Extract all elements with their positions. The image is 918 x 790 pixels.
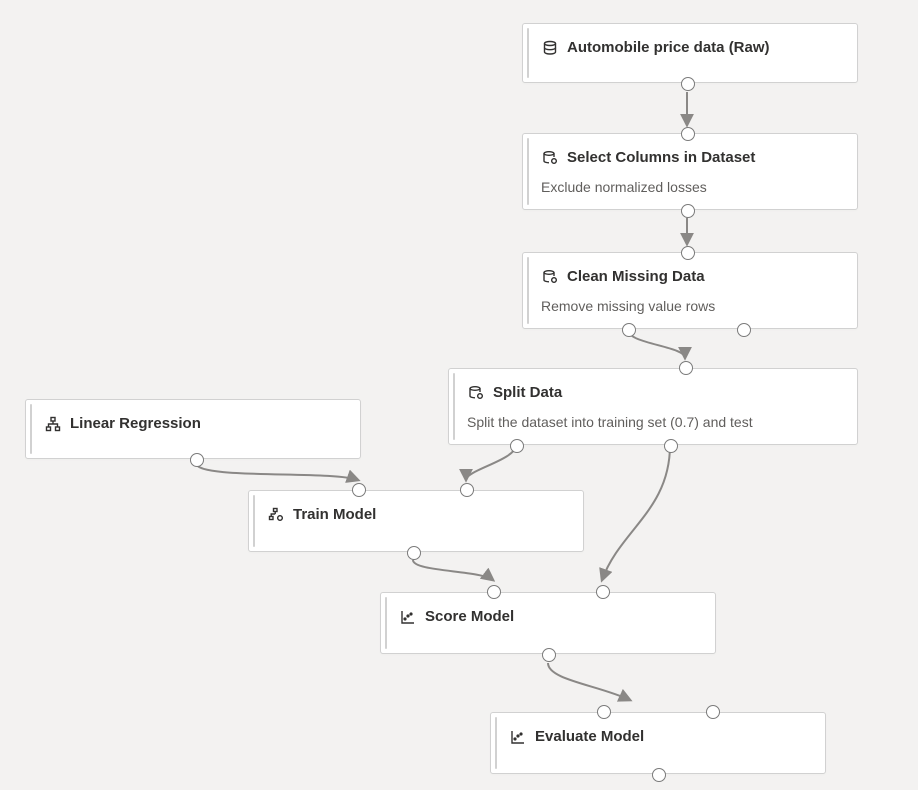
node-split-data[interactable]: Split Data Split the dataset into traini… — [448, 368, 858, 445]
node-train-model[interactable]: Train Model — [248, 490, 584, 552]
node-title: Clean Missing Data — [567, 267, 705, 287]
node-subtitle: Exclude normalized losses — [541, 178, 843, 196]
port-in-right[interactable] — [596, 585, 610, 599]
scatter-icon — [399, 608, 417, 626]
port-out-left[interactable] — [510, 439, 524, 453]
port-out-right[interactable] — [664, 439, 678, 453]
node-score-model[interactable]: Score Model — [380, 592, 716, 654]
port-out[interactable] — [542, 648, 556, 662]
database-icon — [541, 39, 559, 57]
port-in-left[interactable] — [487, 585, 501, 599]
database-gear-icon — [467, 384, 485, 402]
node-title: Train Model — [293, 505, 376, 525]
port-in-left[interactable] — [352, 483, 366, 497]
port-in[interactable] — [681, 246, 695, 260]
database-gear-icon — [541, 268, 559, 286]
node-linear-regression[interactable]: Linear Regression — [25, 399, 361, 459]
node-select-columns[interactable]: Select Columns in Dataset Exclude normal… — [522, 133, 858, 210]
port-in-left[interactable] — [597, 705, 611, 719]
port-in[interactable] — [679, 361, 693, 375]
port-out-secondary[interactable] — [737, 323, 751, 337]
node-title: Select Columns in Dataset — [567, 148, 755, 168]
port-out[interactable] — [681, 77, 695, 91]
port-out[interactable] — [407, 546, 421, 560]
tree-gear-icon — [267, 506, 285, 524]
port-out[interactable] — [622, 323, 636, 337]
scatter-icon — [509, 728, 527, 746]
node-subtitle: Split the dataset into training set (0.7… — [467, 413, 843, 431]
port-out[interactable] — [190, 453, 204, 467]
node-title: Split Data — [493, 383, 562, 403]
node-evaluate-model[interactable]: Evaluate Model — [490, 712, 826, 774]
tree-icon — [44, 415, 62, 433]
node-automobile-price-data[interactable]: Automobile price data (Raw) — [522, 23, 858, 83]
node-title: Score Model — [425, 607, 514, 627]
port-in[interactable] — [681, 127, 695, 141]
port-in-right[interactable] — [706, 705, 720, 719]
port-in-right[interactable] — [460, 483, 474, 497]
pipeline-canvas[interactable]: { "nodes": { "n1": { "title": "Automobil… — [0, 0, 918, 790]
node-title: Evaluate Model — [535, 727, 644, 747]
port-out[interactable] — [681, 204, 695, 218]
node-clean-missing-data[interactable]: Clean Missing Data Remove missing value … — [522, 252, 858, 329]
node-subtitle: Remove missing value rows — [541, 297, 843, 315]
node-title: Automobile price data (Raw) — [567, 38, 770, 58]
database-gear-icon — [541, 149, 559, 167]
port-out[interactable] — [652, 768, 666, 782]
node-title: Linear Regression — [70, 414, 201, 434]
